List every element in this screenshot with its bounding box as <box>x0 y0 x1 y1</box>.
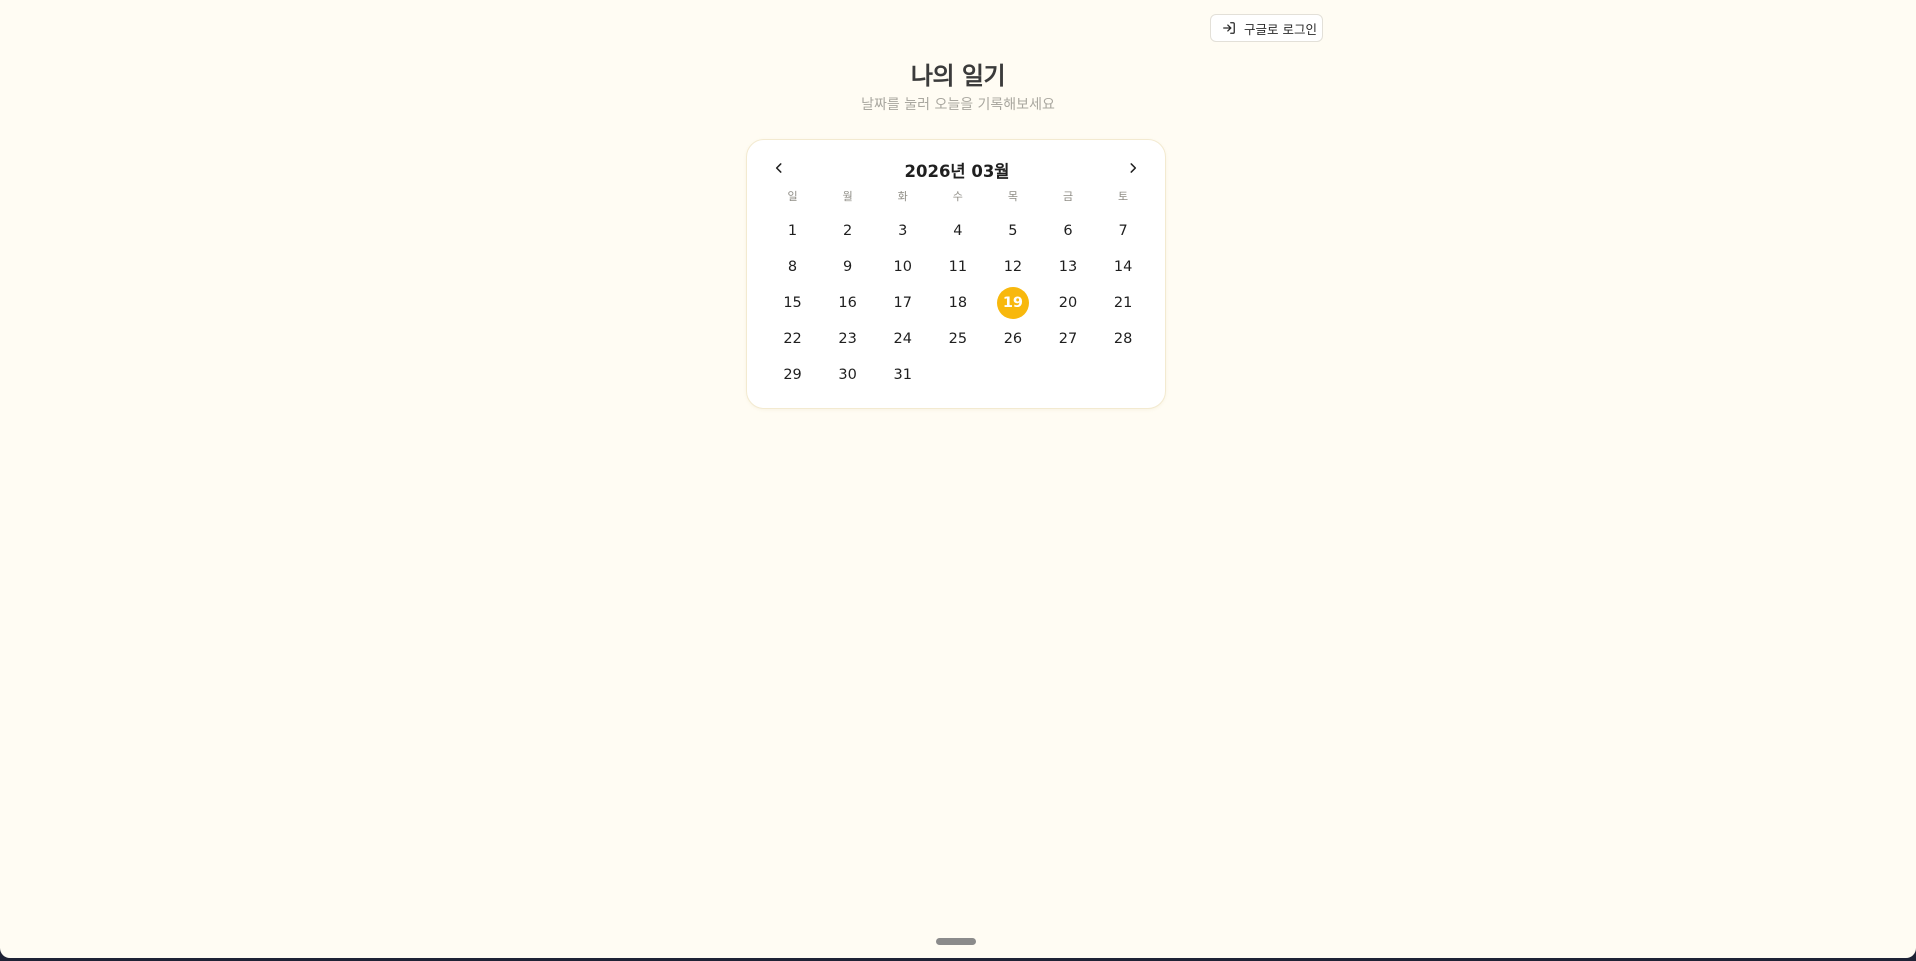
calendar-day-number: 28 <box>1113 331 1133 347</box>
google-login-button[interactable]: 구글로 로그인 <box>1210 14 1323 42</box>
calendar-day-number: 4 <box>953 223 963 239</box>
calendar-day-number: 14 <box>1113 259 1133 275</box>
app-window: 구글로 로그인 나의 일기 날짜를 눌러 오늘을 기록해보세요 2026년 03… <box>0 0 1916 958</box>
calendar-day[interactable]: 10 <box>875 249 930 285</box>
calendar-day-number: 21 <box>1113 295 1133 311</box>
calendar-day[interactable]: 3 <box>875 213 930 249</box>
calendar-day[interactable]: 27 <box>1040 321 1095 357</box>
calendar-day-number: 7 <box>1118 223 1128 239</box>
calendar-day[interactable]: 2 <box>820 213 875 249</box>
calendar-day[interactable]: 8 <box>765 249 820 285</box>
calendar-day[interactable]: 24 <box>875 321 930 357</box>
calendar-day[interactable]: 9 <box>820 249 875 285</box>
calendar-day-number: 1 <box>787 223 798 239</box>
google-login-label: 구글로 로그인 <box>1244 21 1317 37</box>
weekday-header: 목 <box>1007 190 1018 203</box>
calendar-day-number: 6 <box>1063 223 1073 239</box>
calendar-day[interactable]: 20 <box>1040 285 1095 321</box>
calendar-day-number: 9 <box>843 259 853 275</box>
weekday-header: 월 <box>842 190 853 203</box>
weekday-header: 토 <box>1118 190 1129 203</box>
calendar-day-number: 29 <box>783 367 802 383</box>
calendar-day-number: 17 <box>893 295 912 311</box>
weekday-header: 일 <box>787 190 798 203</box>
calendar-day[interactable]: 11 <box>930 249 985 285</box>
calendar-day-number: 16 <box>838 295 857 311</box>
chevron-right-icon <box>1130 163 1137 173</box>
calendar-day-number: 24 <box>893 331 912 347</box>
calendar-day[interactable]: 5 <box>985 213 1040 249</box>
calendar-day[interactable]: 22 <box>765 321 820 357</box>
page-title: 나의 일기 <box>910 62 1006 90</box>
calendar-day[interactable]: 4 <box>930 213 985 249</box>
calendar-day-number: 15 <box>783 295 802 311</box>
calendar-day-number: 11 <box>948 259 968 275</box>
weekday-header: 화 <box>897 190 908 203</box>
calendar-day-number: 31 <box>893 367 912 383</box>
next-month-button[interactable] <box>1119 154 1147 182</box>
calendar-day-selected[interactable]: 19 <box>985 285 1040 321</box>
calendar-day[interactable]: 6 <box>1040 213 1095 249</box>
weekday-header: 금 <box>1062 190 1074 203</box>
calendar-day[interactable]: 28 <box>1096 321 1151 357</box>
calendar-day[interactable]: 7 <box>1096 213 1151 249</box>
calendar-day[interactable]: 12 <box>985 249 1040 285</box>
calendar-day-number: 12 <box>1003 259 1023 275</box>
calendar-day-number: 5 <box>1008 223 1018 239</box>
home-indicator[interactable] <box>936 938 976 945</box>
calendar-day[interactable]: 13 <box>1040 249 1095 285</box>
calendar-day-number: 26 <box>1003 331 1023 347</box>
calendar-day-number: 8 <box>787 259 798 275</box>
calendar-day-number: 23 <box>838 331 857 347</box>
calendar-day-number: 30 <box>838 367 857 383</box>
calendar-day-number: 25 <box>948 331 968 347</box>
calendar-day[interactable]: 31 <box>875 357 930 393</box>
calendar-day[interactable]: 29 <box>765 357 820 393</box>
calendar-day-number: 20 <box>1058 295 1078 311</box>
calendar-day-number: 2 <box>843 223 853 239</box>
calendar-day[interactable]: 30 <box>820 357 875 393</box>
calendar-day-number: 13 <box>1058 259 1078 275</box>
calendar-day-number: 22 <box>783 331 802 347</box>
calendar-day-number: 19 <box>996 287 1029 319</box>
calendar-day[interactable]: 25 <box>930 321 985 357</box>
calendar-day-number: 27 <box>1058 331 1078 347</box>
calendar-day-number: 3 <box>898 223 908 239</box>
calendar-day[interactable]: 17 <box>875 285 930 321</box>
calendar-day[interactable]: 18 <box>930 285 985 321</box>
calendar-day-number: 10 <box>893 259 912 275</box>
calendar-day[interactable]: 26 <box>985 321 1040 357</box>
page-subtitle: 날짜를 눌러 오늘을 기록해보세요 <box>861 97 1055 113</box>
calendar-day[interactable]: 23 <box>820 321 875 357</box>
weekday-header: 수 <box>952 190 963 203</box>
calendar-grid: 일 월 화 수 목 금 토 1 2 3 4 5 6 7 8 9 10 11 12 13 14 15 16 17 18 19 20 21… <box>765 187 1151 393</box>
calendar-day-number: 18 <box>948 295 968 311</box>
calendar-month-label: 2026년 03월 <box>904 162 1010 181</box>
calendar-day[interactable]: 14 <box>1096 249 1151 285</box>
calendar-day[interactable]: 21 <box>1096 285 1151 321</box>
login-arrow-icon <box>1223 22 1235 34</box>
calendar-day[interactable]: 16 <box>820 285 875 321</box>
calendar-card: 2026년 03월 일 월 화 수 목 금 토 1 2 3 4 5 6 7 8 9 10 11 12 13 14 15 16… <box>746 139 1166 409</box>
calendar-day[interactable]: 1 <box>765 213 820 249</box>
calendar-day[interactable]: 15 <box>765 285 820 321</box>
